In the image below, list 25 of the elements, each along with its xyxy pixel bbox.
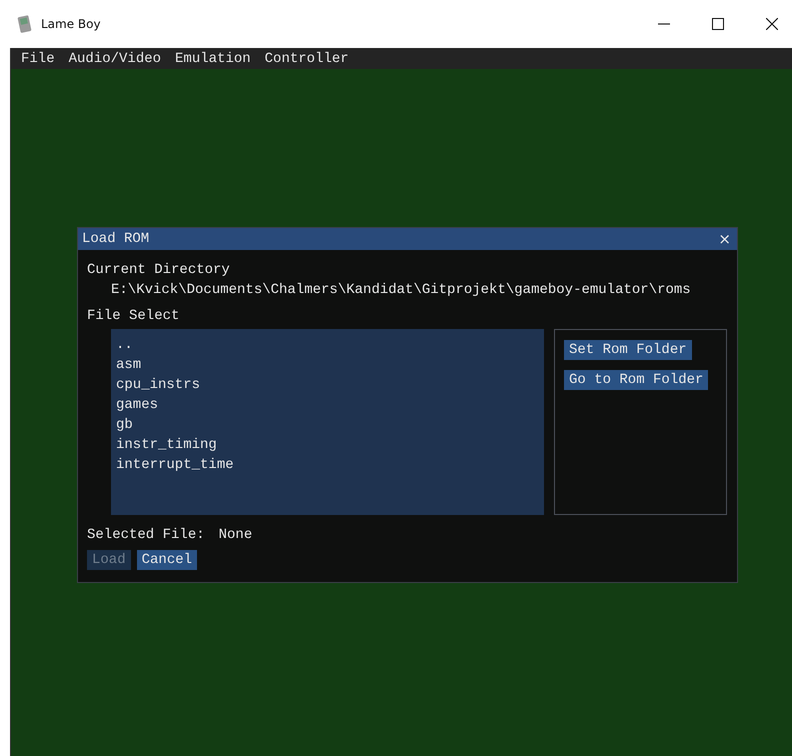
dialog-title: Load ROM <box>82 231 150 247</box>
cancel-button[interactable]: Cancel <box>136 550 198 570</box>
menu-item[interactable]: File <box>15 50 63 66</box>
maximize-icon[interactable] <box>712 18 724 30</box>
window-title: Lame Boy <box>41 17 101 31</box>
folder-button[interactable]: Go to Rom Folder <box>564 370 708 390</box>
directory-path: E:\Kvick\Documents\Chalmers\Kandidat\Gitprojekt\gameboy-emulator\roms <box>110 281 692 300</box>
close-button[interactable]: × <box>718 230 731 248</box>
menu-item[interactable]: Audio/Video <box>62 50 170 66</box>
directory-entry[interactable]: interrupt_time <box>116 455 539 475</box>
menu-item[interactable]: Controller <box>258 50 357 66</box>
selected-file-label: Selected File: <box>87 526 205 545</box>
file-select-label: File Select <box>87 307 180 326</box>
directory-entry[interactable]: cpu_instrs <box>116 375 539 395</box>
directory-entry[interactable]: .. <box>116 335 539 355</box>
menu-item[interactable]: Emulation <box>169 50 259 66</box>
handheld-console-icon <box>17 15 33 33</box>
directory-entry[interactable]: instr_timing <box>116 435 539 455</box>
current-directory-label: Current Directory <box>87 261 231 280</box>
directory-entry[interactable]: asm <box>116 355 539 375</box>
folder-button[interactable]: Set Rom Folder <box>564 340 692 360</box>
directory-entry[interactable]: gb <box>116 415 539 435</box>
selected-file-value: None <box>218 526 252 545</box>
directory-entry[interactable]: games <box>116 395 539 415</box>
close-icon[interactable] <box>766 18 778 30</box>
